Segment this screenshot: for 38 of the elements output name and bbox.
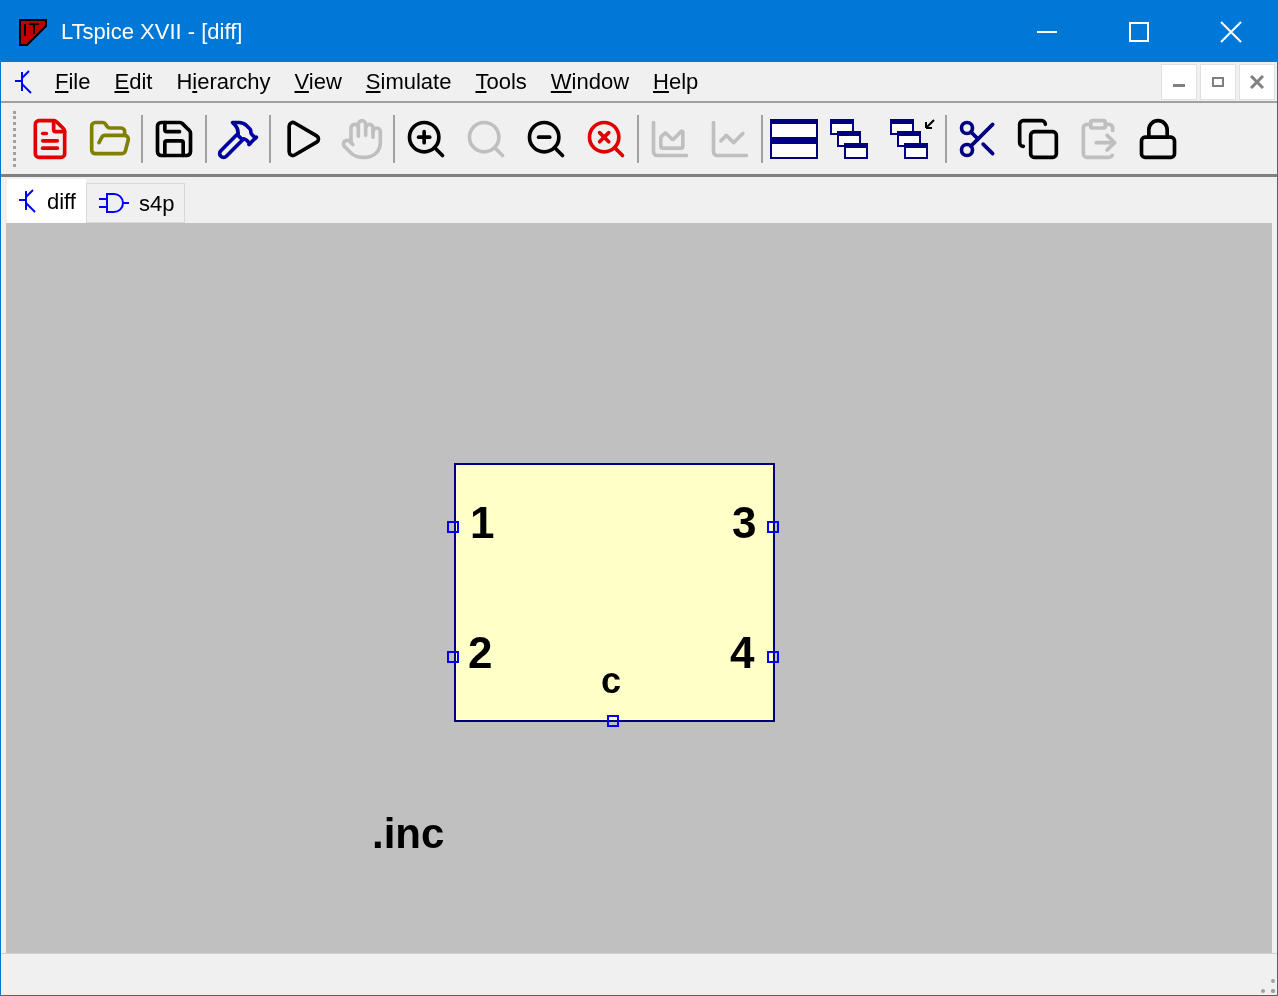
document-tab[interactable]: s4p bbox=[85, 183, 186, 223]
window-title: LTspice XVII - [diff] bbox=[61, 18, 243, 46]
document-tab[interactable]: diff bbox=[7, 179, 86, 223]
gate-icon bbox=[96, 191, 131, 215]
spice-directive: .inc bbox=[372, 813, 445, 855]
restore-icon bbox=[1212, 76, 1224, 87]
pin-marker bbox=[447, 651, 459, 663]
minimize-icon bbox=[1173, 84, 1185, 87]
menu-item[interactable]: Window bbox=[538, 65, 642, 98]
pin-number: 4 bbox=[730, 631, 755, 675]
pin-number: 2 bbox=[468, 631, 493, 675]
maximize-icon bbox=[1129, 21, 1149, 42]
resize-grip-icon[interactable] bbox=[1261, 979, 1275, 993]
child-minimize-button[interactable] bbox=[1161, 63, 1197, 100]
pin-marker bbox=[767, 521, 779, 533]
child-close-button[interactable] bbox=[1239, 63, 1275, 100]
pin-marker bbox=[767, 651, 779, 663]
copy-icon bbox=[1016, 116, 1060, 161]
hand-icon bbox=[340, 116, 384, 161]
menu-item[interactable]: Tools bbox=[463, 65, 539, 98]
menu-item[interactable]: Hierarchy bbox=[164, 65, 283, 98]
schematic-canvas[interactable]: 1 2 3 4 c .inc bbox=[6, 223, 1272, 953]
close-icon bbox=[1250, 74, 1264, 89]
pin-marker bbox=[607, 715, 619, 727]
menu-item[interactable]: Edit bbox=[102, 65, 165, 98]
menu-item[interactable]: Help bbox=[641, 65, 711, 98]
pin-number: 3 bbox=[732, 501, 757, 545]
child-restore-button[interactable] bbox=[1200, 63, 1236, 100]
toolbar-grip[interactable] bbox=[13, 110, 16, 167]
minimize-icon bbox=[1037, 30, 1057, 33]
close-icon bbox=[1220, 20, 1242, 43]
menu-item[interactable]: Simulate bbox=[353, 65, 464, 98]
menu-item[interactable]: View bbox=[282, 65, 354, 98]
menu-item[interactable]: File bbox=[43, 65, 103, 98]
pin-marker bbox=[447, 521, 459, 533]
pin-number: 1 bbox=[470, 501, 495, 545]
symbol-body[interactable] bbox=[454, 463, 775, 722]
symbol-label: c bbox=[601, 663, 622, 699]
